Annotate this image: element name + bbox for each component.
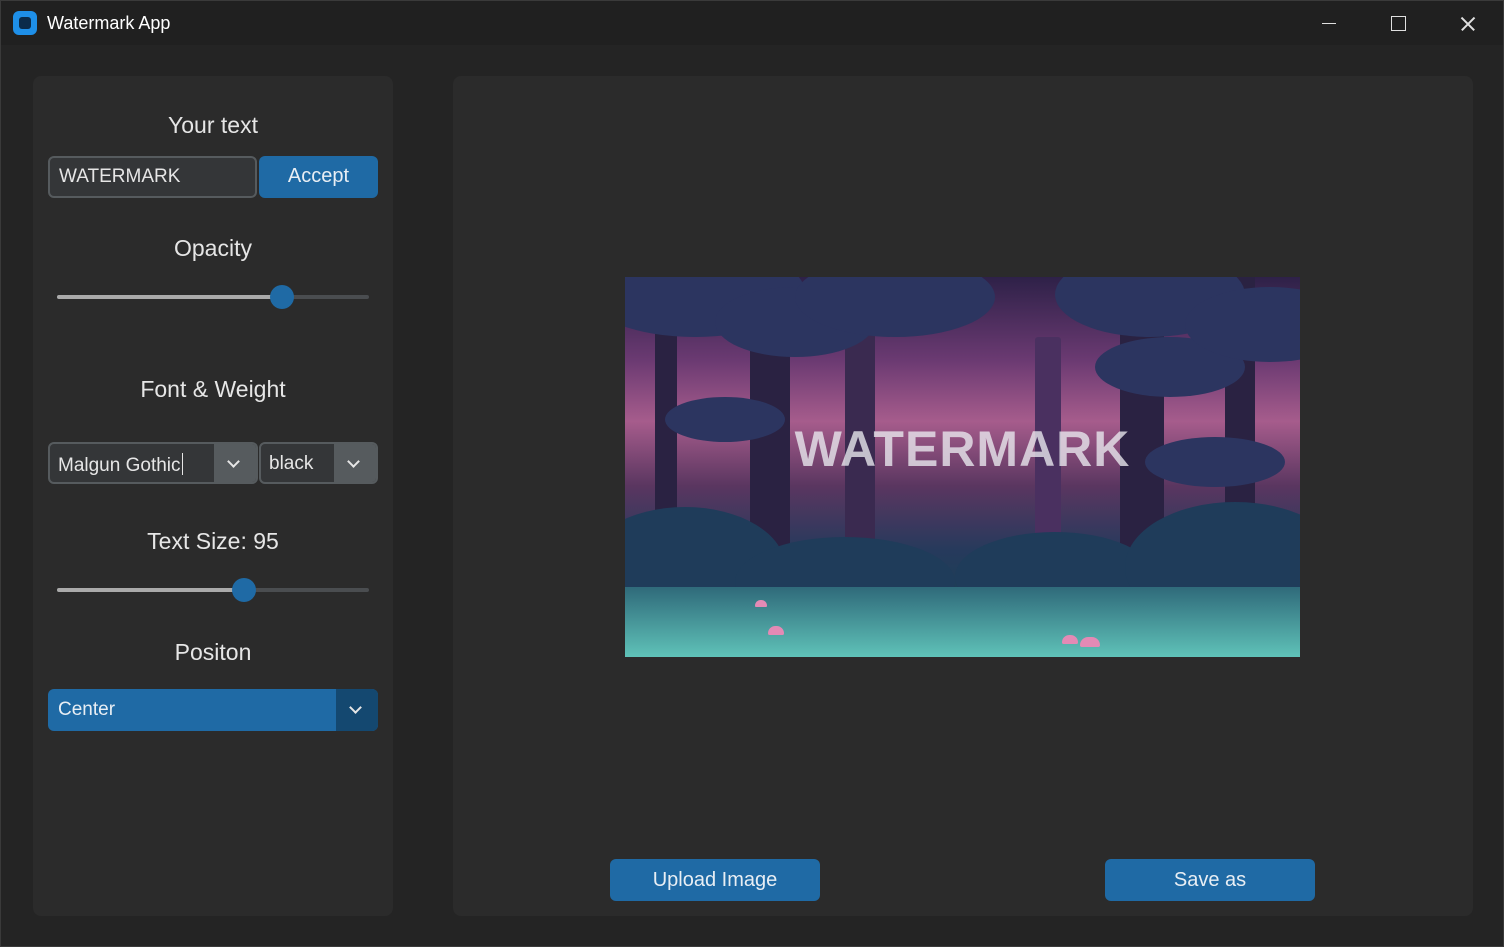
close-icon[interactable] [1433,1,1503,45]
chevron-down-icon [347,455,360,468]
weight-value[interactable]: black [269,453,313,475]
watermark-overlay-text: WATERMARK [794,421,1131,477]
mushroom [1080,637,1100,647]
forest-ground [625,587,1300,657]
weight-dropdown-button[interactable] [334,444,376,482]
opacity-slider-fill [57,295,282,299]
text-size-slider-fill [57,588,245,592]
app-icon [13,11,37,35]
watermark-text-input[interactable]: WATERMARK [48,156,257,198]
upload-image-button[interactable]: Upload Image [610,859,820,901]
minimize-icon[interactable] [1293,1,1363,45]
text-size-slider[interactable] [57,578,369,602]
mushroom [1062,635,1078,644]
position-label: Positon [174,639,252,665]
accept-button[interactable]: Accept [259,156,378,198]
save-as-button[interactable]: Save as [1105,859,1315,901]
font-value[interactable]: Malgun Gothic [58,453,183,477]
weight-combobox[interactable]: black [259,442,378,484]
position-dropdown-button[interactable] [336,689,378,731]
your-text-label: Your text [168,112,258,138]
mushroom [755,600,767,607]
chevron-down-icon [349,701,362,714]
font-combobox[interactable]: Malgun Gothic [48,442,258,484]
position-combobox[interactable]: Center [48,689,378,731]
font-weight-label: Font & Weight [140,376,286,402]
position-value[interactable]: Center [58,699,115,721]
opacity-label: Opacity [174,235,252,261]
font-dropdown-button[interactable] [214,444,256,482]
app-window: Watermark App Your text WATERMARK Accept… [0,0,1504,947]
image-preview: WATERMARK [625,277,1300,657]
text-size-slider-knob[interactable] [232,578,257,602]
opacity-slider-knob[interactable] [269,285,294,309]
window-title: Watermark App [47,13,171,33]
opacity-slider[interactable] [57,285,369,309]
maximize-icon[interactable] [1363,1,1433,45]
title-bar[interactable]: Watermark App [1,1,1503,45]
settings-panel: Your text WATERMARK Accept Opacity Font … [33,76,393,916]
mushroom [768,626,784,635]
text-size-label: Text Size: 95 [147,528,279,554]
chevron-down-icon [227,455,240,468]
preview-panel: WATERMARK Upload Image Save as [453,76,1473,916]
